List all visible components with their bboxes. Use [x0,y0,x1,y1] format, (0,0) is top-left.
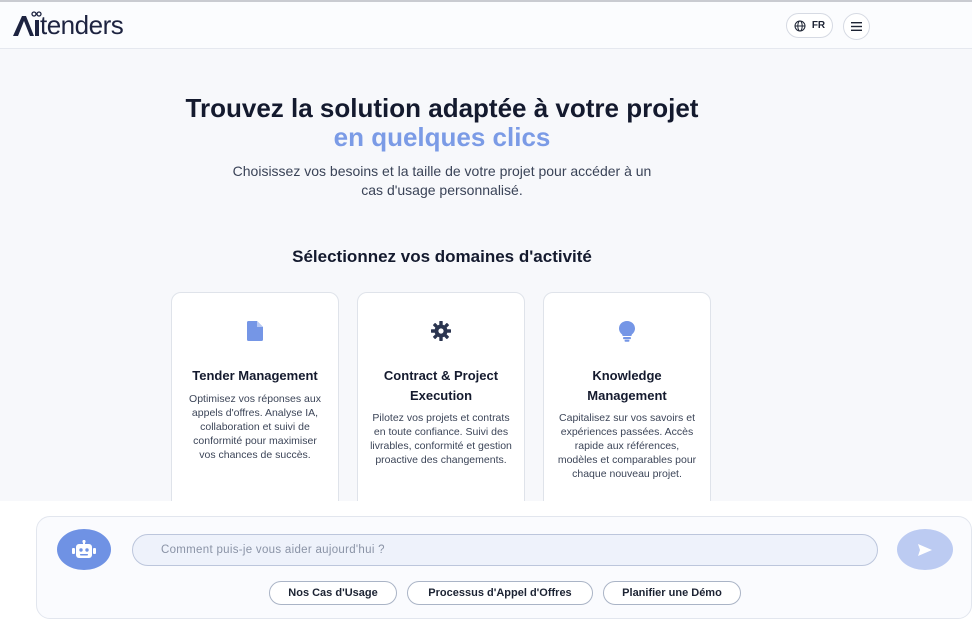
hamburger-icon [851,22,862,31]
robot-icon[interactable] [57,529,111,570]
language-selector[interactable]: FR [786,13,833,38]
menu-button[interactable] [843,13,870,40]
card-description: Pilotez vos projets et contrats en toute… [370,412,512,466]
send-button[interactable] [897,529,953,570]
left-edge-strip [0,501,16,621]
domain-card-tender-management[interactable]: Tender Management Optimisez vos réponses… [171,292,339,501]
aitenders-logo[interactable]: tenders [12,10,132,40]
chat-assistant-bar: Nos Cas d'Usage Processus d'Appel d'Offr… [36,516,972,619]
logo-ai-mark [13,11,42,36]
globe-icon [794,20,806,31]
logo-text: tenders [40,10,124,40]
domains-section-title: Sélectionnez vos domaines d'activité [292,247,592,266]
hero-title: Trouvez la solution adaptée à votre proj… [185,93,699,123]
card-title: Tender Management [192,368,318,383]
lightbulb-icon [544,321,710,343]
main-content: Trouvez la solution adaptée à votre proj… [0,49,972,501]
hero-description: Choisissez vos besoins et la taille de v… [232,163,652,198]
domain-card-knowledge-management[interactable]: Knowledge Management Capitalisez sur vos… [543,292,711,501]
gear-icon [358,321,524,343]
top-navbar: tenders FR [0,2,972,49]
suggestion-chip-use-cases[interactable]: Nos Cas d'Usage [269,581,397,605]
card-description: Capitalisez sur vos savoirs et expérienc… [557,412,697,480]
card-title: Knowledge Management [587,368,667,403]
domain-card-contract-project-execution[interactable]: Contract & Project Execution Pilotez vos… [357,292,525,501]
send-icon [918,543,932,556]
document-icon [172,321,338,343]
card-title: Contract & Project Execution [383,368,499,403]
card-description: Optimisez vos réponses aux appels d'offr… [189,393,321,461]
hero-subtitle: en quelques clics [333,122,551,152]
suggestion-chip-schedule-demo[interactable]: Planifier une Démo [603,581,741,605]
suggestion-chip-tender-process[interactable]: Processus d'Appel d'Offres [407,581,593,605]
language-label: FR [811,20,826,31]
chat-input[interactable] [132,534,878,566]
